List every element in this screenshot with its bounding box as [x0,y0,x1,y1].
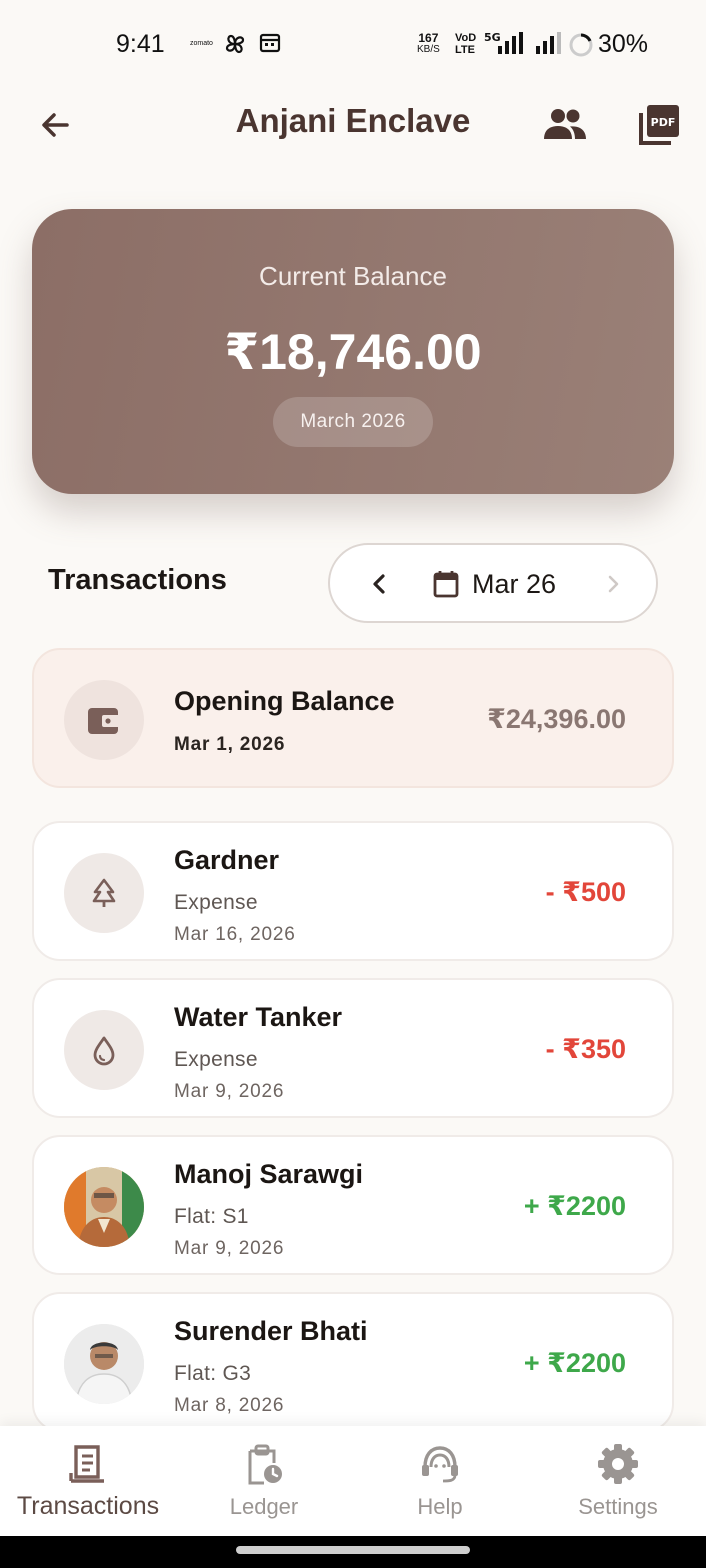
transaction-subtitle: Expense [174,1048,258,1071]
balance-label: Current Balance [259,261,447,291]
nav-label: Transactions [16,1492,160,1520]
transaction-avatar [64,853,144,933]
nav-item-ledger[interactable]: Ledger [176,1426,352,1536]
person-photo-icon [64,1167,144,1247]
nav-item-transactions[interactable]: Transactions [0,1426,176,1536]
person-avatar [64,1324,144,1404]
previous-month-button[interactable] [364,569,394,599]
app-screen: 9:41 zomato 167 KB/S VoD LTE 5G 30% Anja… [0,0,706,1568]
transaction-title: Manoj Sarawgi [174,1159,364,1189]
pdf-icon: PDF [639,105,679,145]
transaction-title: Surender Bhati [174,1316,368,1346]
transaction-card[interactable]: Water Tanker Expense Mar 9, 2026 - ₹350 [32,978,674,1118]
nav-label: Help [417,1494,463,1519]
svg-text:PDF: PDF [651,116,676,129]
members-button[interactable] [540,102,590,146]
person-photo-icon [64,1324,144,1404]
receipt-icon [0,1442,176,1486]
transaction-title: Water Tanker [174,1002,343,1032]
calendar-notification-icon [258,31,282,60]
transaction-date: Mar 16, 2026 [174,924,296,945]
battery-percent: 30% [598,30,649,58]
balance-card: Current Balance ₹18,746.00 March 2026 [32,209,674,494]
next-month-button[interactable] [598,569,628,599]
status-bar: 9:41 zomato 167 KB/S VoD LTE 5G 30% [0,0,706,90]
transaction-subtitle: Flat: G3 [174,1362,252,1385]
bottom-navigation: Transactions Ledger Help Settings [0,1426,706,1536]
transaction-amount: - ₹350 [545,1034,626,1064]
nav-item-help[interactable]: Help [352,1426,528,1536]
volte-indicator: VoD LTE [455,32,477,56]
transaction-title: Opening Balance [174,686,395,716]
page-title: Anjani Enclave [235,102,471,139]
chevron-right-icon [608,575,619,593]
transaction-subtitle: Expense [174,891,258,914]
transaction-card[interactable]: Gardner Expense Mar 16, 2026 - ₹500 [32,821,674,961]
svg-text:5G: 5G [484,31,501,44]
chevron-left-icon [373,574,385,594]
transaction-avatar [64,1010,144,1090]
transaction-card[interactable]: Manoj Sarawgi Flat: S1 Mar 9, 2026 + ₹22… [32,1135,674,1275]
pinwheel-icon [222,31,248,62]
gear-icon [530,1442,706,1486]
transaction-card[interactable]: Surender Bhati Flat: G3 Mar 8, 2026 + ₹2… [32,1292,674,1432]
transaction-date: Mar 9, 2026 [174,1238,285,1259]
transaction-amount: - ₹500 [545,877,626,907]
transaction-amount: ₹24,396.00 [487,704,626,734]
battery-icon [568,32,594,63]
tree-icon [92,878,116,907]
month-picker-label[interactable]: Mar 26 [472,569,556,600]
person-avatar [64,1167,144,1247]
transactions-heading: Transactions [48,564,227,596]
status-time: 9:41 [116,30,165,58]
transaction-date: Mar 9, 2026 [174,1081,285,1102]
nav-label: Settings [578,1494,658,1519]
app-header: Anjani Enclave PDF [0,90,706,160]
balance-amount: ₹18,746.00 [224,324,482,380]
nav-label: Ledger [229,1494,299,1519]
zomato-notification-icon: zomato [190,40,213,47]
network-speed: 167 KB/S [417,31,440,55]
group-icon [544,109,586,139]
clipboard-clock-icon [176,1442,352,1486]
nav-item-settings[interactable]: Settings [530,1426,706,1536]
signal-5g-icon: 5G [484,30,528,61]
calendar-icon [432,569,460,604]
support-agent-icon [352,1442,528,1486]
transaction-amount: + ₹2200 [523,1191,626,1221]
transaction-subtitle: Flat: S1 [174,1205,249,1228]
transaction-date: Mar 1, 2026 [174,734,286,755]
transaction-title: Gardner [174,845,280,875]
transaction-date: Mar 8, 2026 [174,1395,285,1416]
signal-icon [534,30,566,61]
pdf-export-button[interactable]: PDF [636,100,682,150]
water-drop-icon [93,1036,115,1066]
home-gesture-bar[interactable] [236,1546,470,1554]
transaction-amount: + ₹2200 [523,1348,626,1378]
month-picker: Mar 26 [328,543,658,623]
transaction-avatar [64,680,144,760]
opening-balance-card[interactable]: Opening Balance Mar 1, 2026 ₹24,396.00 [32,648,674,788]
balance-month-chip: March 2026 [273,397,433,447]
wallet-icon [88,708,120,734]
